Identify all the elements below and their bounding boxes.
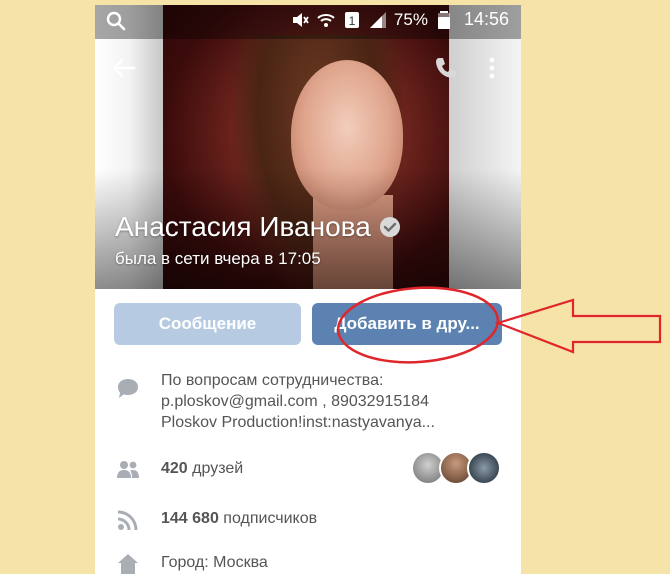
sim-card-icon: 1 [344, 11, 359, 28]
about-line-3: Ploskov Production!inst:nastyavanya... [161, 414, 435, 431]
battery-percent: 75% [393, 9, 428, 29]
verified-check-icon [379, 217, 400, 237]
sim-label: 1 [349, 14, 356, 28]
online-status: была в сети вчера в 17:05 [115, 249, 321, 268]
battery-icon [437, 10, 450, 29]
followers-count: 144 680 [161, 510, 219, 527]
phone-call-icon[interactable] [433, 55, 459, 81]
more-vertical-icon[interactable] [485, 55, 499, 81]
search-icon[interactable] [105, 10, 127, 32]
friends-avatars[interactable] [411, 451, 501, 485]
status-bar: 1 75% 14:56 [95, 5, 521, 35]
rss-icon [117, 510, 138, 531]
message-button[interactable]: Сообщение [114, 303, 301, 345]
about-line-1: По вопросам сотрудничества: [161, 372, 384, 389]
about-line-2: p.ploskov@gmail.com , 89032915184 [161, 393, 429, 410]
mute-icon [292, 12, 309, 27]
wifi-icon [317, 13, 335, 27]
clock: 14:56 [463, 9, 509, 29]
back-arrow-icon[interactable] [109, 53, 139, 83]
friend-avatar[interactable] [467, 451, 501, 485]
phone-screen: Анастасия Иванова была в сети вчера в 17… [95, 5, 521, 574]
friends-text: 420 друзей [161, 458, 243, 479]
profile-name-row: Анастасия Иванова [115, 211, 401, 243]
speech-bubble-icon [118, 379, 138, 398]
message-button-label: Сообщение [158, 314, 257, 333]
profile-header: Анастасия Иванова была в сети вчера в 17… [95, 5, 521, 289]
signal-icon [369, 11, 386, 28]
friends-label: друзей [192, 460, 244, 477]
annotation-arrow [494, 298, 662, 354]
add-friend-button-label: Добавить в дру... [334, 314, 480, 333]
followers-text: 144 680 подписчиков [161, 508, 317, 529]
home-icon [118, 554, 138, 574]
city-text: Город: Москва [161, 554, 268, 571]
friends-icon [117, 461, 139, 478]
followers-label: подписчиков [223, 510, 318, 527]
friends-count: 420 [161, 460, 188, 477]
about-text: По вопросам сотрудничества: p.ploskov@gm… [161, 370, 435, 433]
profile-name: Анастасия Иванова [115, 211, 371, 242]
status-icons: 1 75% 14:56 [290, 9, 509, 30]
add-friend-button[interactable]: Добавить в дру... [312, 303, 502, 345]
